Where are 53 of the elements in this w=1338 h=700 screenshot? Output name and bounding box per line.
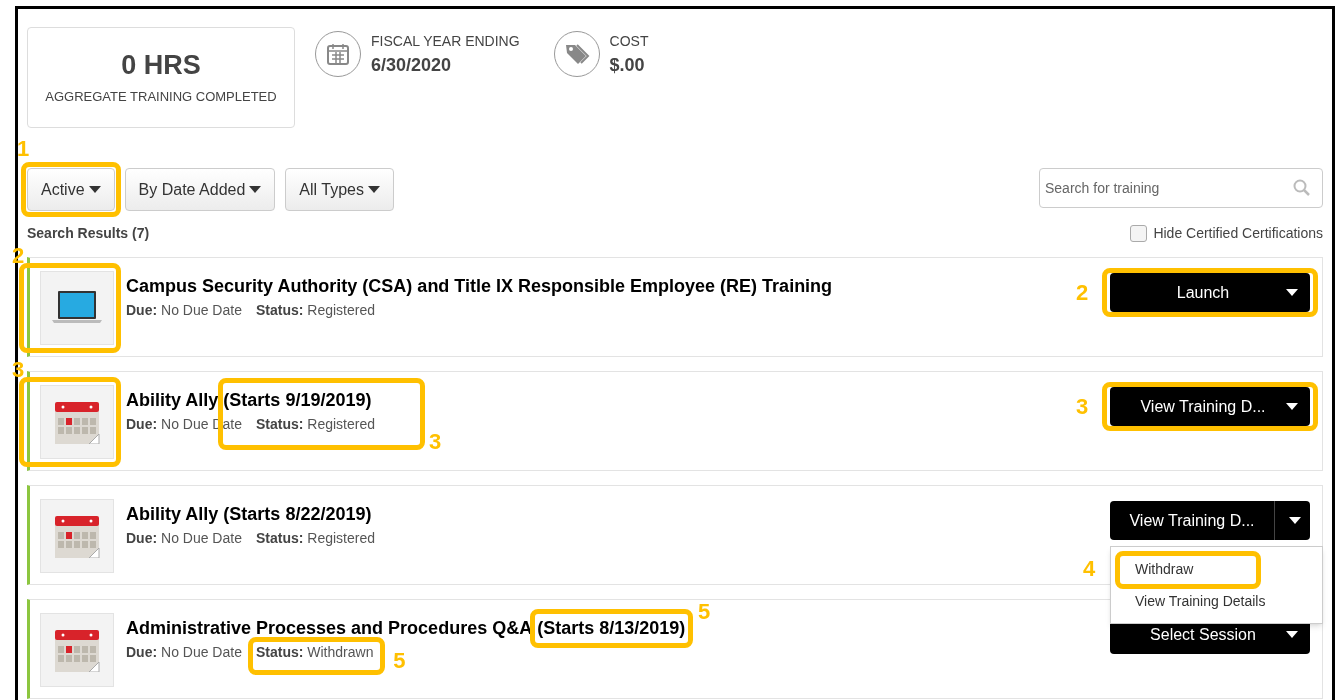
action-button[interactable]: View Training D... — [1110, 387, 1310, 426]
caret-icon — [249, 186, 262, 193]
action-button[interactable]: View Training D... — [1110, 501, 1274, 540]
calendar-icon — [53, 514, 101, 558]
hide-certified-checkbox[interactable] — [1130, 225, 1148, 242]
filter-dropdown[interactable]: By Date Added — [124, 168, 276, 211]
calendar-icon — [53, 400, 101, 444]
start-date: (Starts 9/19/2019) — [223, 390, 372, 410]
training-status: Status: Registered — [255, 302, 375, 318]
start-date: (Starts 8/13/2019) — [537, 618, 686, 638]
calendar-icon — [326, 42, 350, 66]
caret-icon — [1286, 289, 1298, 296]
stat-label: COST — [609, 32, 649, 51]
callout-number: 5 — [698, 601, 711, 623]
action-button[interactable]: Launch — [1110, 273, 1310, 312]
caret-icon — [1288, 517, 1301, 524]
callout-number: 5 — [393, 650, 406, 672]
stat-value: 6/30/2020 — [371, 54, 453, 77]
callout-number: 2 — [1076, 282, 1089, 304]
filter-dropdown[interactable]: Active — [27, 168, 115, 211]
callout-number: 4 — [1083, 558, 1096, 580]
due-date: Due: No Due Date — [126, 643, 242, 662]
due-date: Due: No Due Date — [126, 301, 242, 320]
stat-label: FISCAL YEAR ENDING — [371, 32, 520, 51]
training-title[interactable]: Campus Security Authority (CSA) and Title IX Responsible Employee (RE) Training — [126, 273, 833, 300]
training-title[interactable]: Ability Ally — [126, 387, 219, 414]
training-title[interactable]: Administrative Processes and Procedures Q&A — [126, 615, 533, 642]
search-field[interactable]: Search for training — [1039, 167, 1323, 208]
callout-number: 3 — [429, 431, 442, 453]
menu-item[interactable]: View Training Details — [1135, 593, 1266, 609]
search-icon — [1293, 178, 1311, 197]
menu-item[interactable]: Withdraw — [1135, 561, 1194, 577]
hours-total: 0 HRS — [121, 48, 201, 82]
training-title[interactable]: Ability Ally — [126, 501, 219, 528]
caret-icon — [367, 186, 380, 193]
filter-dropdown[interactable]: All Types — [285, 168, 394, 211]
tag-icon — [563, 42, 590, 66]
caret-icon — [1286, 631, 1298, 638]
training-status: Status: Registered — [255, 530, 375, 546]
due-date: Due: No Due Date — [126, 529, 242, 548]
callout-number: 1 — [17, 138, 30, 160]
start-date: (Starts 8/22/2019) — [223, 504, 372, 524]
training-status: Status: Registered — [255, 416, 375, 432]
caret-icon — [1286, 403, 1298, 410]
callout-number: 3 — [1076, 396, 1089, 418]
results-count: Search Results (7) — [27, 224, 150, 243]
calendar-icon — [53, 628, 101, 672]
hours-label: AGGREGATE TRAINING COMPLETED — [45, 87, 277, 106]
training-status: Status: Withdrawn — [255, 644, 374, 660]
caret-icon — [88, 186, 101, 193]
stat-value: $.00 — [609, 54, 646, 77]
hide-certified-label: Hide Certified Certifications — [1153, 224, 1323, 243]
dropdown-toggle[interactable] — [1274, 501, 1310, 540]
